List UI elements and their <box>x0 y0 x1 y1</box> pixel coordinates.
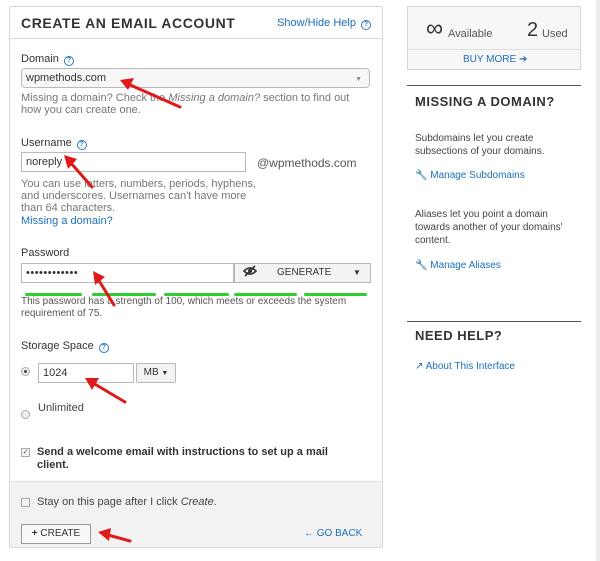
annotation-arrow <box>93 271 116 307</box>
missing-domain-heading: MISSING A DOMAIN? <box>415 94 555 109</box>
need-help-heading: NEED HELP? <box>415 328 503 343</box>
manage-aliases-label: Manage Aliases <box>430 260 501 271</box>
external-link-icon: ↗ <box>415 361 424 372</box>
page-scrollbar[interactable] <box>596 0 600 561</box>
about-interface-link[interactable]: ↗ About This Interface <box>415 361 515 372</box>
annotation-arrow <box>98 528 132 543</box>
aliases-description: Aliases let you point a domain towards a… <box>415 209 563 246</box>
annotation-arrow <box>64 155 94 189</box>
manage-aliases-link[interactable]: 🔧 Manage Aliases <box>415 260 501 271</box>
buy-more-label: BUY MORE <box>463 54 517 65</box>
manage-subdomains-link[interactable]: 🔧 Manage Subdomains <box>415 170 525 181</box>
used-label: Used <box>542 28 568 40</box>
divider <box>407 321 581 322</box>
divider <box>408 49 580 50</box>
arrow-right-circle-icon: ➔ <box>518 54 528 65</box>
buy-more-link[interactable]: BUY MORE ➔ <box>463 54 527 65</box>
used-count: 2 <box>527 19 539 41</box>
annotation-arrow <box>85 378 127 404</box>
wrench-icon: 🔧 <box>415 170 428 181</box>
about-interface-label: About This Interface <box>425 361 515 372</box>
manage-subdomains-label: Manage Subdomains <box>430 170 525 181</box>
account-counts-box: ∞ Available 2 Used BUY MORE ➔ <box>407 6 581 70</box>
annotation-arrow <box>120 78 182 109</box>
infinity-icon: ∞ <box>426 15 444 42</box>
divider <box>407 85 581 86</box>
available-label: Available <box>448 28 493 40</box>
wrench-icon: 🔧 <box>415 260 428 271</box>
subdomains-description: Subdomains let you create subsections of… <box>415 133 545 157</box>
